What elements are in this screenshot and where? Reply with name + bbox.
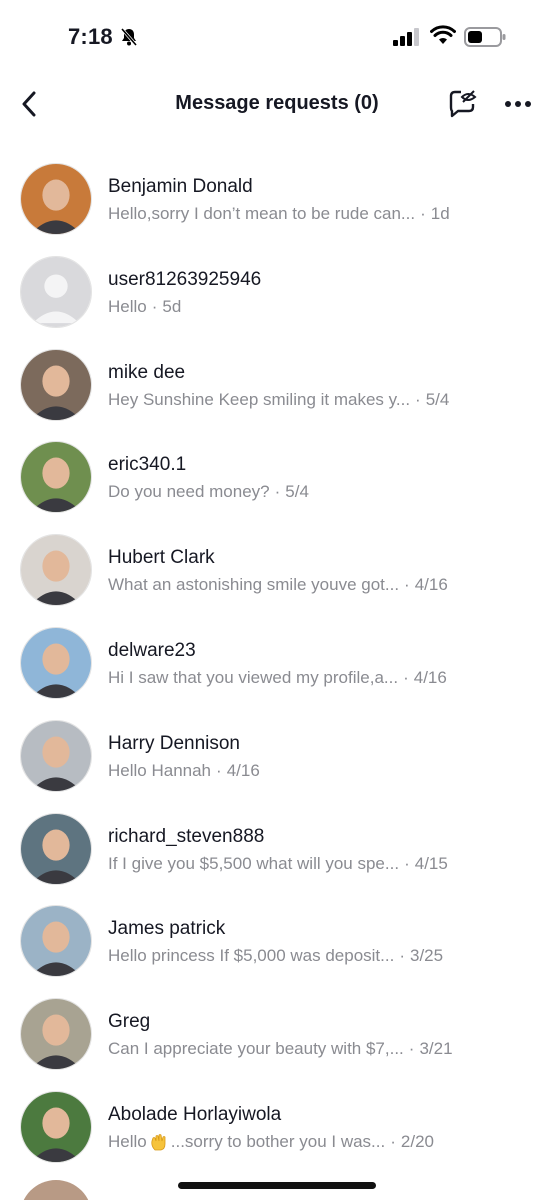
separator-dot: · xyxy=(151,296,158,316)
request-sender-name: James patrick xyxy=(108,918,226,940)
message-text: Hi I saw that you viewed my profile,a... xyxy=(108,667,399,687)
request-sender-name: delware23 xyxy=(108,639,196,661)
message-text: Hello,sorry I don’t mean to be rude can.… xyxy=(108,204,416,223)
request-sender-name: mike dee xyxy=(108,361,186,383)
message-text: What an astonishing smile youve got... xyxy=(108,575,400,595)
status-bar: 7:18 xyxy=(0,0,554,72)
message-text: Hello Hannah xyxy=(108,760,212,780)
avatar[interactable] xyxy=(20,534,92,607)
avatar[interactable] xyxy=(20,1090,92,1163)
message-request-row[interactable]: Benjamin Donald Hello,sorry I don’t mean … xyxy=(0,156,554,249)
battery-icon xyxy=(464,27,506,47)
request-sender-name: Benjamin Donald xyxy=(108,176,253,197)
signal-icon xyxy=(393,28,419,46)
message-time: 3/21 xyxy=(419,1039,453,1059)
message-request-row[interactable]: delware23 Hi I saw that you viewed my pro… xyxy=(0,620,554,713)
message-preview: Hey Sunshine Keep smiling it makes y... ·… xyxy=(108,390,449,410)
message-request-list: Benjamin Donald Hello,sorry I don’t mean … xyxy=(0,156,554,1177)
avatar[interactable] xyxy=(20,626,92,699)
message-time: 3/25 xyxy=(410,946,444,966)
request-sender-name: Greg xyxy=(108,1011,151,1033)
message-time: 4/16 xyxy=(414,575,448,595)
separator-dot: · xyxy=(420,204,426,223)
waving-hand-emoji-icon xyxy=(149,1132,169,1152)
avatar[interactable] xyxy=(20,812,92,885)
avatar[interactable] xyxy=(20,998,92,1071)
message-request-row[interactable]: Hubert Clark What an astonishing smile yo… xyxy=(0,527,554,620)
message-preview: Hello · 5d xyxy=(108,297,181,317)
message-request-row[interactable]: Greg Can I appreciate your beauty with $7… xyxy=(0,991,554,1084)
message-request-row[interactable]: richard_steven888 If I give you $5,500 wh… xyxy=(0,806,554,899)
separator-dot: · xyxy=(404,853,410,873)
message-time: 2/20 xyxy=(400,1131,434,1151)
message-preview: If I give you $5,500 what will you spe..… xyxy=(108,854,448,874)
home-indicator[interactable] xyxy=(178,1182,376,1189)
message-time: 1d xyxy=(430,204,450,223)
more-options-button[interactable] xyxy=(500,86,536,122)
separator-dot: · xyxy=(390,1131,396,1151)
status-time: 7:18 xyxy=(68,24,113,49)
message-time: 5/4 xyxy=(425,389,450,409)
separator-dot: · xyxy=(399,946,405,966)
message-preview: Hello princess If $5,000 was deposit... ·… xyxy=(108,946,443,966)
message-text: Can I appreciate your beauty with $7,... xyxy=(108,1039,404,1059)
header: Message requests (0) xyxy=(0,72,554,136)
separator-dot: · xyxy=(408,1039,415,1059)
message-preview: Hello,sorry I don’t mean to be rude can.… xyxy=(108,204,450,224)
message-preview: Can I appreciate your beauty with $7,...… xyxy=(108,1039,453,1059)
request-sender-name: Harry Dennison xyxy=(108,732,240,754)
chat-bubble-eye-slash-icon xyxy=(449,90,477,118)
message-time: 5d xyxy=(162,296,182,316)
message-request-row[interactable]: Harry Dennison Hello Hannah · 4/16 xyxy=(0,713,554,806)
message-request-row[interactable]: James patrick Hello princess If $5,000 wa… xyxy=(0,898,554,991)
hide-requests-button[interactable] xyxy=(444,86,480,122)
bell-slash-icon xyxy=(120,28,138,46)
message-request-row[interactable]: eric340.1 Do you need money? · 5/4 xyxy=(0,434,554,527)
message-time: 4/16 xyxy=(413,667,447,687)
request-sender-name: user81263925946 xyxy=(108,268,262,290)
avatar[interactable] xyxy=(20,441,92,514)
ellipsis-icon xyxy=(505,101,531,107)
request-sender-name: Hubert Clark xyxy=(108,547,215,569)
avatar-partial xyxy=(20,1180,92,1200)
message-preview: Hello Hannah · 4/16 xyxy=(108,761,260,781)
message-request-row[interactable]: Abolade Horlayiwola Hello ...sorry to both… xyxy=(0,1084,554,1177)
message-preview: Hello ...sorry to bother you I was... · 2/2… xyxy=(108,1132,434,1152)
message-preview: Do you need money? · 5/4 xyxy=(108,482,309,502)
message-time: 4/15 xyxy=(414,853,448,873)
request-sender-name: richard_steven888 xyxy=(108,825,265,847)
message-time: 5/4 xyxy=(285,482,309,502)
avatar[interactable] xyxy=(20,905,92,978)
separator-dot: · xyxy=(216,760,222,780)
separator-dot: · xyxy=(415,389,421,409)
message-request-row[interactable]: user81263925946 Hello · 5d xyxy=(0,249,554,342)
message-text: Do you need money? xyxy=(108,482,270,502)
separator-dot: · xyxy=(274,482,281,502)
request-sender-name: Abolade Horlayiwola xyxy=(108,1103,282,1125)
wifi-icon xyxy=(430,25,456,44)
avatar[interactable] xyxy=(20,348,92,421)
message-prefix: Hello xyxy=(108,1131,147,1151)
separator-dot: · xyxy=(404,575,410,595)
message-text: Hey Sunshine Keep smiling it makes y... xyxy=(108,389,411,409)
message-text: ...sorry to bother you I was... xyxy=(170,1131,386,1151)
message-text: If I give you $5,500 what will you spe..… xyxy=(108,853,400,873)
message-preview: Hi I saw that you viewed my profile,a...… xyxy=(108,668,447,688)
message-text: Hello princess If $5,000 was deposit... xyxy=(108,946,395,966)
message-text: Hello xyxy=(108,296,147,316)
message-time: 4/16 xyxy=(226,760,260,780)
message-preview: What an astonishing smile youve got... · 4… xyxy=(108,575,448,595)
separator-dot: · xyxy=(403,667,409,687)
message-request-row[interactable]: mike dee Hey Sunshine Keep smiling it mak… xyxy=(0,342,554,435)
request-sender-name: eric340.1 xyxy=(108,454,187,476)
avatar[interactable] xyxy=(20,719,92,792)
avatar[interactable] xyxy=(20,255,92,328)
avatar[interactable] xyxy=(20,163,92,235)
